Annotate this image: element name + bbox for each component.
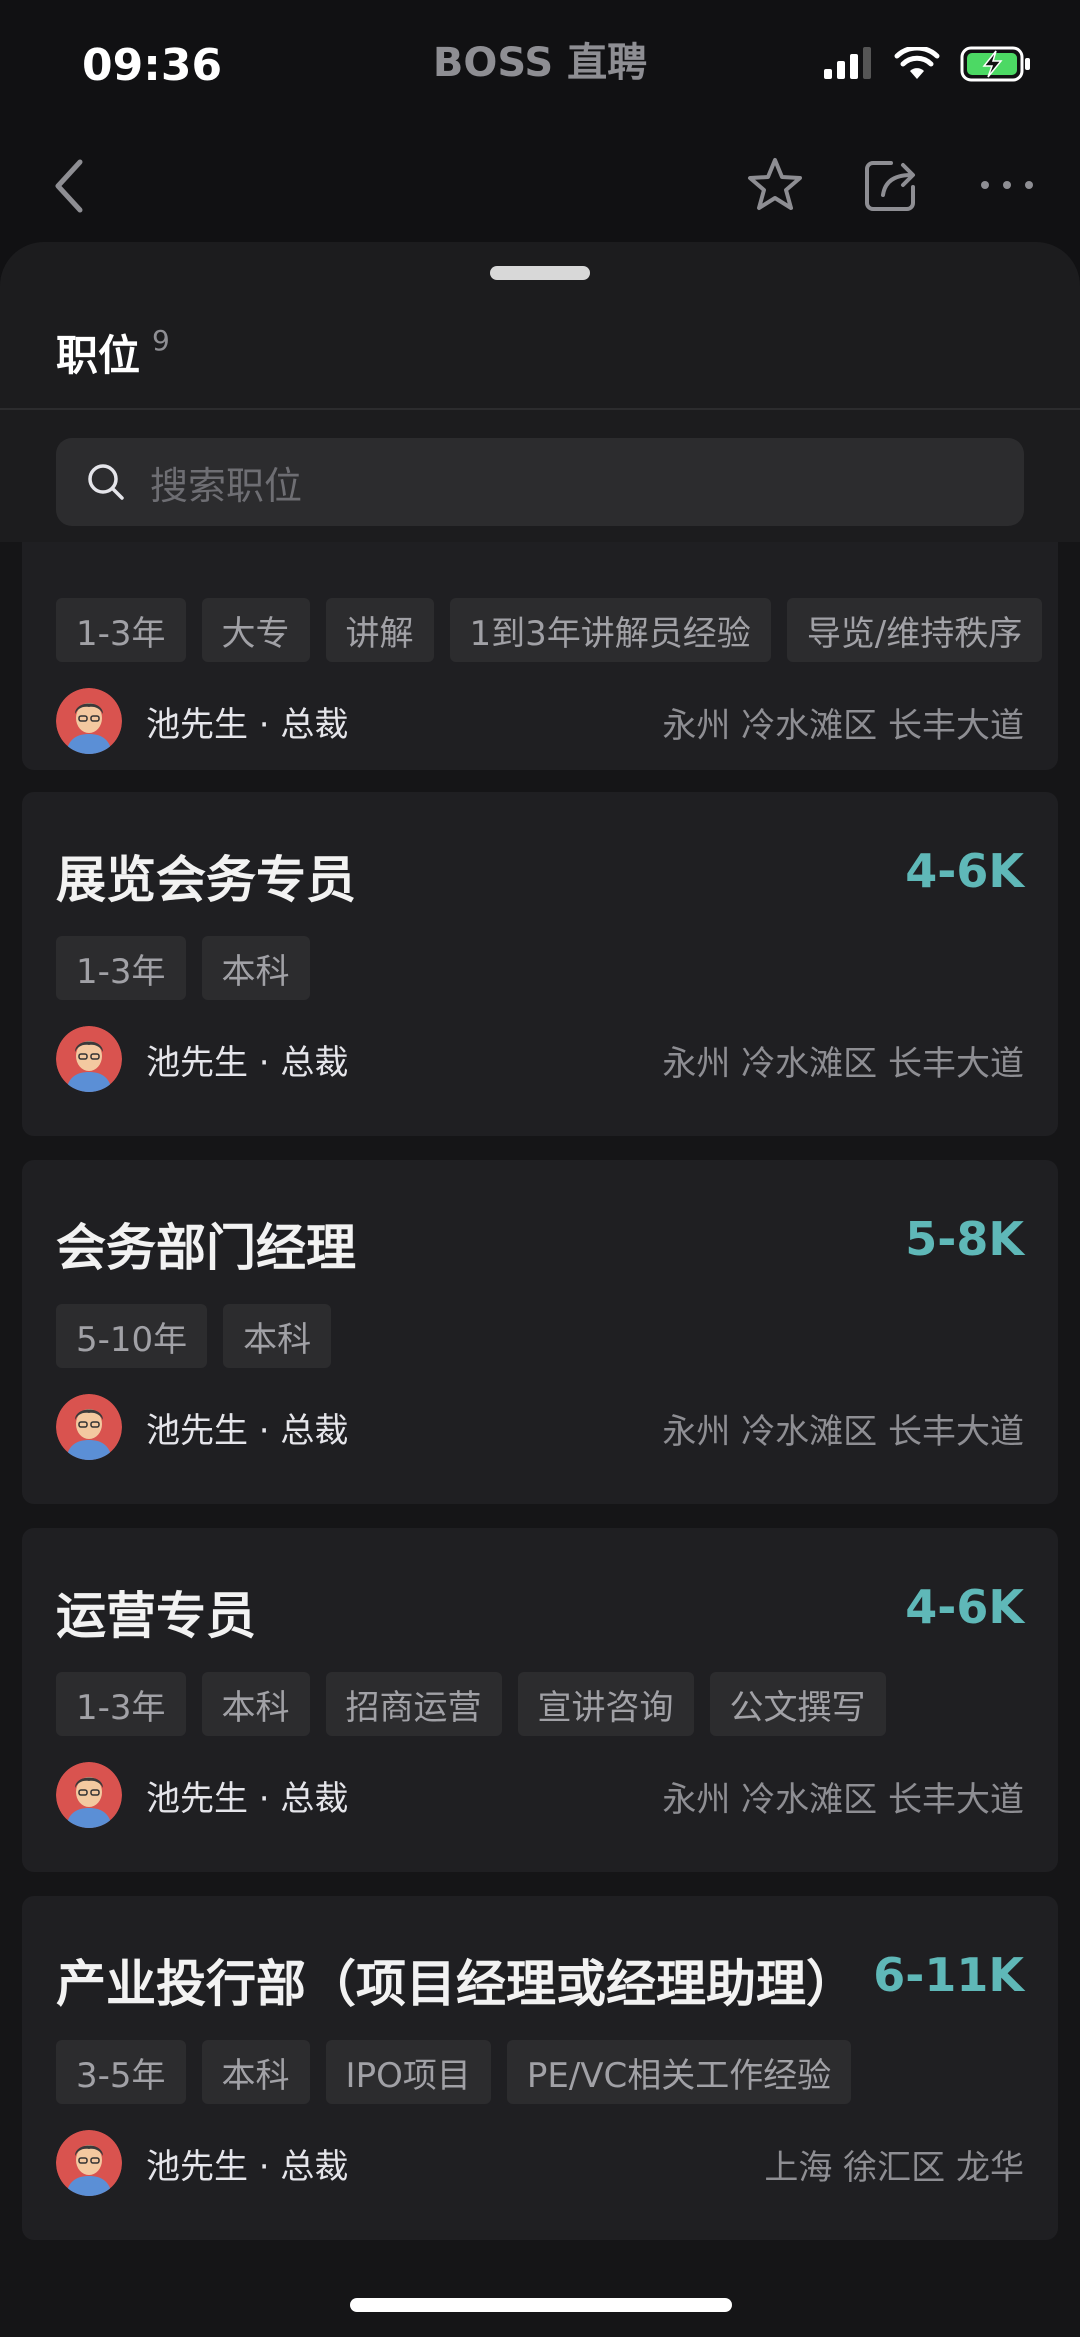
search-placeholder: 搜索职位 [150, 463, 303, 508]
star-icon [748, 158, 802, 210]
nav-actions [742, 152, 1040, 218]
nav-bar [0, 130, 1080, 240]
job-location: 永州 冷水滩区 长丰大道 [662, 1412, 1024, 1452]
job-tags: 1-3年 本科 招商运营 宣讲咨询 公文撰写 [56, 1672, 886, 1736]
more-icon [981, 181, 1033, 189]
job-tag: 本科 [201, 1672, 310, 1736]
search-input[interactable]: 搜索职位 [56, 438, 1024, 526]
recruiter-name: 池先生 · 总裁 [146, 1410, 349, 1451]
recruiter: 池先生 · 总裁 [56, 1762, 348, 1828]
sheet-grabber[interactable] [490, 266, 590, 280]
divider [0, 408, 1080, 410]
more-button[interactable] [974, 152, 1040, 218]
job-tag: PE/VC相关工作经验 [506, 2040, 852, 2104]
sheet-title-label: 职位 [56, 331, 141, 380]
job-title: 会务部门经理 [56, 1219, 356, 1277]
job-location: 永州 冷水滩区 长丰大道 [662, 1044, 1024, 1084]
job-tag: 3-5年 [56, 2040, 186, 2104]
job-tag: 招商运营 [325, 1672, 502, 1736]
job-tags: 5-10年 本科 [56, 1304, 332, 1368]
job-title: 运营专员 [56, 1587, 256, 1645]
job-tag: 导览/维持秩序 [786, 598, 1043, 662]
job-location: 上海 徐汇区 龙华 [764, 2148, 1024, 2188]
share-button[interactable] [858, 152, 924, 218]
job-salary: 4-6K [905, 1580, 1024, 1634]
job-title: 产业投行部（项目经理或经理助理） [56, 1955, 856, 2013]
job-title: 展览会务专员 [56, 851, 356, 909]
job-location: 永州 冷水滩区 长丰大道 [662, 1780, 1024, 1820]
avatar [56, 1026, 122, 1092]
battery-charging-icon [960, 46, 1030, 82]
recruiter: 池先生 · 总裁 [56, 1394, 348, 1460]
status-icons [824, 46, 1032, 82]
job-tag: 1-3年 [56, 1672, 186, 1736]
recruiter-name: 池先生 · 总裁 [146, 1042, 349, 1083]
job-tags: 3-5年 本科 IPO项目 PE/VC相关工作经验 [56, 2040, 852, 2104]
job-tag: IPO项目 [325, 2040, 491, 2104]
job-tags: 1-3年 大专 讲解 1到3年讲解员经验 导览/维持秩序 [56, 598, 1043, 662]
job-tag: 公文撰写 [709, 1672, 886, 1736]
job-card[interactable]: 展览会务专员 4-6K 1-3年 本科 池先生 · 总裁 永州 冷水滩区 长丰大… [22, 792, 1058, 1136]
job-card[interactable]: 运营专员 4-6K 1-3年 本科 招商运营 宣讲咨询 公文撰写 池先生 · 总… [22, 1528, 1058, 1872]
favorite-button[interactable] [742, 152, 808, 218]
search-icon [88, 464, 124, 500]
avatar [56, 2130, 122, 2196]
job-tag: 宣讲咨询 [517, 1672, 694, 1736]
job-tag: 本科 [223, 1304, 332, 1368]
recruiter-name: 池先生 · 总裁 [146, 2146, 349, 2187]
job-salary: 6-11K [873, 1948, 1024, 2002]
status-bar: 09:36 BOSS 直聘 [0, 0, 1080, 130]
job-tag: 1到3年讲解员经验 [449, 598, 771, 662]
share-icon [865, 161, 915, 211]
job-tag: 1-3年 [56, 598, 186, 662]
avatar [56, 688, 122, 754]
job-tag: 大专 [201, 598, 310, 662]
sheet-header: 职位 9 搜索职位 [0, 242, 1080, 542]
recruiter: 池先生 · 总裁 [56, 2130, 348, 2196]
job-card[interactable]: 产业投行部（项目经理或经理助理） 6-11K 3-5年 本科 IPO项目 PE/… [22, 1896, 1058, 2240]
job-tag: 1-3年 [56, 936, 186, 1000]
recruiter: 池先生 · 总裁 [56, 1026, 348, 1092]
job-tag: 本科 [201, 2040, 310, 2104]
job-tag: 本科 [201, 936, 310, 1000]
job-tag: 讲解 [325, 598, 434, 662]
jobs-sheet: 职位 9 搜索职位 1-3年 大专 讲解 1到3年讲解员经验 导览/维持秩序 池… [0, 242, 1080, 2337]
sheet-title: 职位 9 [56, 322, 170, 383]
job-card[interactable]: 会务部门经理 5-8K 5-10年 本科 池先生 · 总裁 永州 冷水滩区 长丰… [22, 1160, 1058, 1504]
job-salary: 5-8K [905, 1212, 1024, 1266]
job-tags: 1-3年 本科 [56, 936, 310, 1000]
home-indicator [350, 2298, 732, 2312]
screen: 09:36 BOSS 直聘 职位 9 搜索职位 1-3年 大专 讲解 1到3年讲… [0, 0, 1080, 2337]
wifi-icon [894, 47, 940, 79]
recruiter: 池先生 · 总裁 [56, 688, 348, 754]
avatar [56, 1762, 122, 1828]
chevron-left-icon[interactable] [50, 158, 90, 214]
job-location: 永州 冷水滩区 长丰大道 [662, 706, 1024, 746]
job-salary: 4-6K [905, 844, 1024, 898]
recruiter-name: 池先生 · 总裁 [146, 1778, 349, 1819]
recruiter-name: 池先生 · 总裁 [146, 704, 349, 745]
job-tag: 5-10年 [56, 1304, 208, 1368]
cellular-signal-icon [824, 47, 871, 79]
avatar [56, 1394, 122, 1460]
job-count: 9 [152, 324, 170, 357]
